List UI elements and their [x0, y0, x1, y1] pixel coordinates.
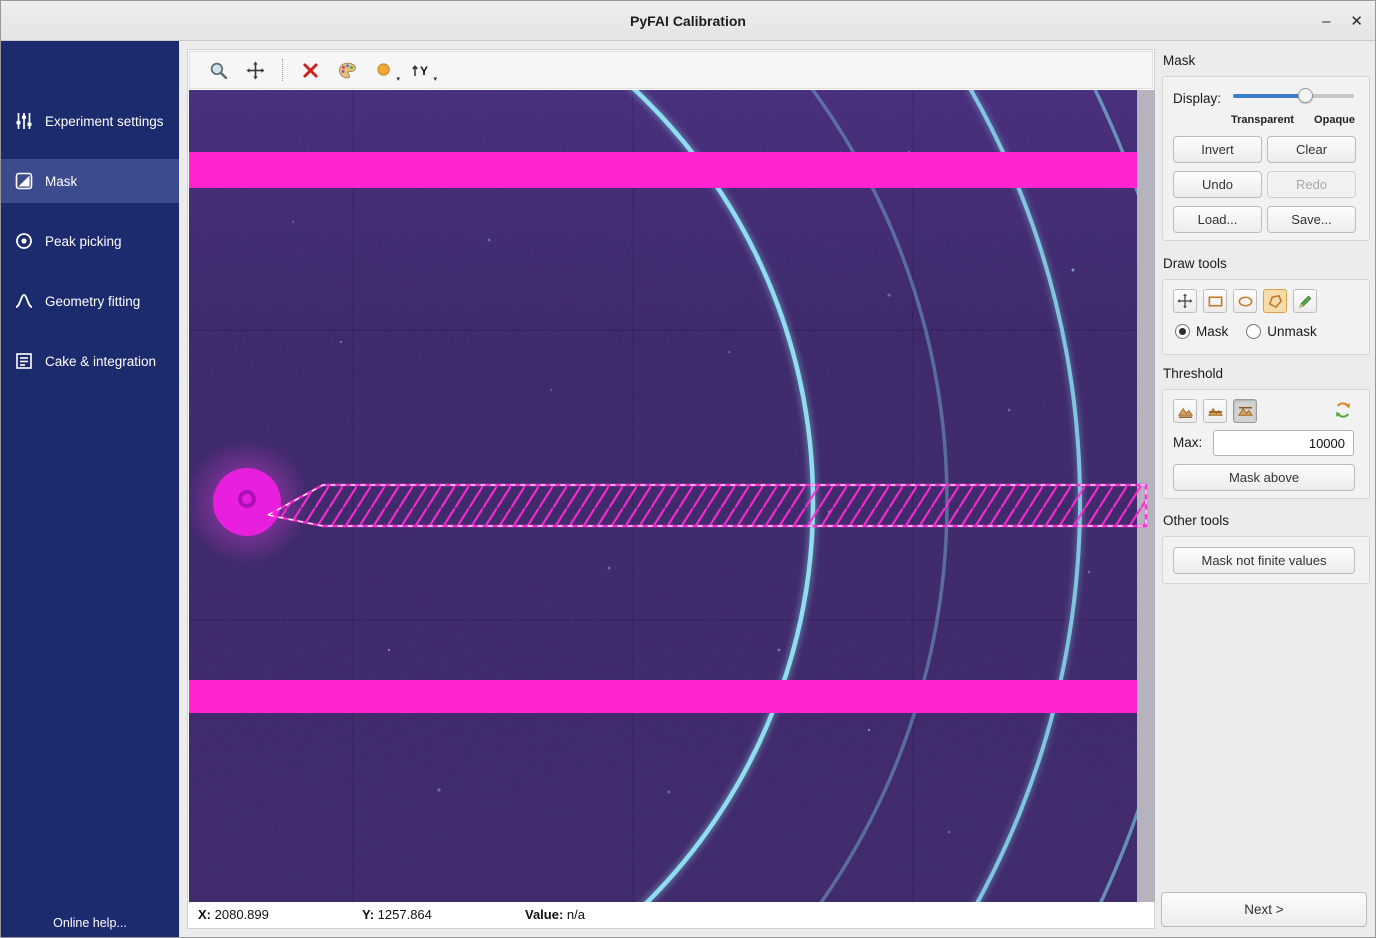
polygon-icon [1267, 293, 1284, 310]
window-title: PyFAI Calibration [630, 13, 746, 29]
titlebar: PyFAI Calibration – ✕ [1, 1, 1375, 41]
window-controls: – ✕ [1322, 1, 1363, 41]
sidebar-item-experiment-settings[interactable]: Experiment settings [1, 99, 179, 143]
max-threshold-input[interactable] [1213, 430, 1354, 456]
sidebar-item-label: Geometry fitting [45, 294, 140, 309]
opaque-label: Opaque [1314, 114, 1355, 126]
invert-button[interactable]: Invert [1173, 136, 1262, 163]
sidebar-item-cake-integration[interactable]: Cake & integration [1, 339, 179, 383]
sidebar-item-label: Peak picking [45, 234, 122, 249]
toolbar-separator [282, 59, 283, 81]
mask-tools-panel: Mask Display: Transparent Opaque Invert … [1155, 41, 1376, 937]
mask-radio[interactable] [1175, 324, 1190, 339]
slider-fill [1233, 94, 1305, 98]
polygon-draw-tool-button[interactable] [1263, 289, 1287, 313]
peak-curve-icon [14, 291, 34, 311]
mask-icon [14, 171, 34, 191]
palette-icon [338, 61, 357, 80]
integration-list-icon [14, 351, 34, 371]
target-icon [14, 231, 34, 251]
next-button[interactable]: Next > [1161, 892, 1367, 927]
pencil-icon [1297, 293, 1314, 310]
chevron-down-icon: ▾ [396, 76, 400, 83]
sliders-icon [14, 111, 34, 131]
y-axis-icon: Y [411, 61, 431, 79]
clear-mask-button[interactable] [296, 56, 324, 84]
sidebar-item-geometry-fitting[interactable]: Geometry fitting [1, 279, 179, 323]
plot-toolbar: ▾ Y ▾ [189, 51, 1153, 89]
pan-icon [246, 61, 265, 80]
refresh-icon [1333, 400, 1353, 420]
zoom-icon [209, 61, 228, 80]
redo-button: Redo [1267, 171, 1356, 198]
rectangle-draw-tool-button[interactable] [1203, 289, 1227, 313]
aspect-ratio-circle-icon [376, 62, 393, 79]
rectangle-icon [1207, 293, 1224, 310]
y-axis-orientation-button[interactable]: Y ▾ [407, 56, 435, 84]
sidebar: Experiment settings Mask Peak picking Ge… [1, 41, 179, 937]
other-tools-groupbox: Mask not finite values [1162, 536, 1370, 584]
sidebar-item-mask[interactable]: Mask [1, 159, 179, 203]
threshold-between-icon [1207, 403, 1224, 420]
pyfai-window: PyFAI Calibration – ✕ Experiment setting… [0, 0, 1376, 938]
plot-statusbar: X: 2080.899 Y: 1257.864 Value: n/a [188, 902, 1154, 928]
threshold-below-icon [1177, 403, 1194, 420]
chevron-down-icon: ▾ [433, 76, 437, 83]
zoom-tool-button[interactable] [204, 56, 232, 84]
pencil-draw-tool-button[interactable] [1293, 289, 1317, 313]
undo-button[interactable]: Undo [1173, 171, 1262, 198]
transparent-label: Transparent [1231, 114, 1294, 126]
mask-section-title: Mask [1163, 53, 1195, 68]
draw-tools-groupbox: Mask Unmask [1162, 279, 1370, 355]
mask-not-finite-button[interactable]: Mask not finite values [1173, 547, 1355, 574]
pan-tool-button[interactable] [241, 56, 269, 84]
mask-above-threshold-button[interactable] [1233, 399, 1257, 423]
unmask-radio[interactable] [1246, 324, 1261, 339]
diffraction-image [189, 90, 1155, 902]
cursor-y-readout: Y: 1257.864 [362, 907, 432, 922]
display-label: Display: [1173, 91, 1221, 106]
threshold-groupbox: Max: Mask above [1162, 389, 1370, 499]
pan-icon [1177, 293, 1193, 309]
threshold-section-title: Threshold [1163, 366, 1223, 381]
slider-handle[interactable] [1298, 88, 1313, 103]
plot-canvas[interactable] [189, 90, 1155, 902]
mask-above-button[interactable]: Mask above [1173, 464, 1355, 491]
sidebar-item-peak-picking[interactable]: Peak picking [1, 219, 179, 263]
unmask-radio-label: Unmask [1267, 324, 1317, 339]
ellipse-draw-tool-button[interactable] [1233, 289, 1257, 313]
draw-tools-section-title: Draw tools [1163, 256, 1227, 271]
threshold-above-icon [1237, 403, 1254, 420]
mask-mode-option[interactable]: Mask [1175, 324, 1228, 339]
ellipse-icon [1237, 293, 1254, 310]
refresh-threshold-button[interactable] [1332, 400, 1354, 422]
unmask-mode-option[interactable]: Unmask [1246, 324, 1317, 339]
mask-between-thresholds-button[interactable] [1203, 399, 1227, 423]
red-cross-icon [302, 62, 319, 79]
clear-button[interactable]: Clear [1267, 136, 1356, 163]
online-help-link[interactable]: Online help... [1, 916, 179, 930]
mask-radio-label: Mask [1196, 324, 1228, 339]
pan-draw-tool-button[interactable] [1173, 289, 1197, 313]
minimize-button[interactable]: – [1322, 14, 1330, 29]
close-button[interactable]: ✕ [1350, 14, 1363, 29]
mask-opacity-slider[interactable] [1233, 87, 1354, 105]
keep-aspect-ratio-button[interactable]: ▾ [370, 56, 398, 84]
mask-below-threshold-button[interactable] [1173, 399, 1197, 423]
sidebar-item-label: Mask [45, 174, 77, 189]
sidebar-item-label: Cake & integration [45, 354, 156, 369]
sidebar-item-label: Experiment settings [45, 114, 164, 129]
max-label: Max: [1173, 435, 1202, 450]
save-button[interactable]: Save... [1267, 206, 1356, 233]
mask-selection-polygon [268, 485, 1146, 526]
colormap-button[interactable] [333, 56, 361, 84]
cursor-value-readout: Value: n/a [525, 907, 585, 922]
mask-groupbox: Display: Transparent Opaque Invert Clear… [1162, 76, 1370, 241]
other-tools-section-title: Other tools [1163, 513, 1229, 528]
svg-text:Y: Y [420, 64, 428, 78]
plot-widget: ▾ Y ▾ [187, 49, 1155, 929]
cursor-x-readout: X: 2080.899 [198, 907, 269, 922]
load-button[interactable]: Load... [1173, 206, 1262, 233]
